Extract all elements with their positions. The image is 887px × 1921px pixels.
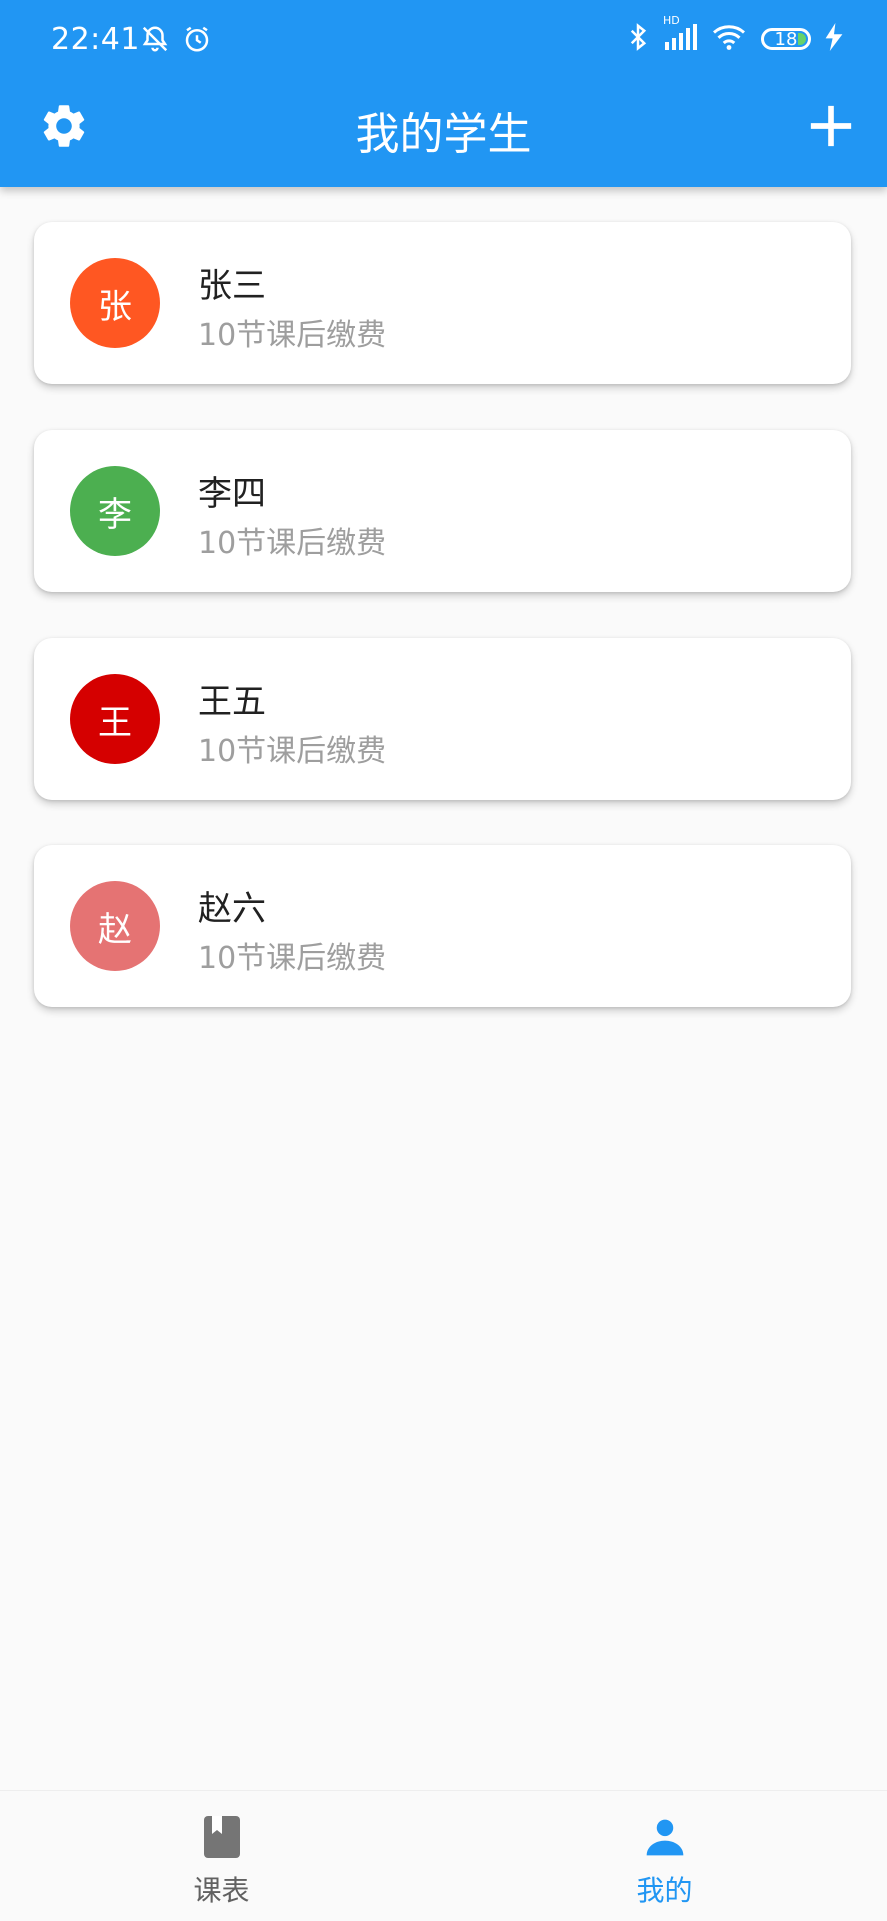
student-payment-note: 10节课后缴费 [198, 734, 387, 769]
bluetooth-icon [627, 22, 649, 56]
battery-indicator: 18 [761, 28, 811, 50]
student-name: 李四 [198, 474, 266, 514]
student-name: 赵六 [198, 889, 266, 929]
student-card[interactable]: 王 王五 10节课后缴费 [34, 638, 851, 800]
nav-item-mine[interactable]: 我的 [443, 1791, 886, 1921]
avatar: 李 [70, 466, 160, 556]
charging-bolt-icon [825, 23, 843, 55]
student-card[interactable]: 李 李四 10节课后缴费 [34, 430, 851, 592]
student-name: 张三 [198, 266, 266, 306]
nav-item-schedule[interactable]: 课表 [0, 1791, 443, 1921]
signal-icon: HD [663, 14, 697, 56]
avatar: 张 [70, 258, 160, 348]
avatar: 王 [70, 674, 160, 764]
wifi-icon [711, 23, 747, 55]
person-icon [643, 1813, 687, 1861]
student-card[interactable]: 张 张三 10节课后缴费 [34, 222, 851, 384]
student-payment-note: 10节课后缴费 [198, 318, 387, 353]
status-right-icons: HD 18 [627, 14, 843, 56]
status-time: 22:41 [51, 22, 140, 57]
student-payment-note: 10节课后缴费 [198, 526, 387, 561]
battery-fill [798, 33, 806, 45]
battery-level: 18 [774, 28, 798, 50]
student-card[interactable]: 赵 赵六 10节课后缴费 [34, 845, 851, 1007]
student-name: 王五 [198, 682, 266, 722]
add-student-button[interactable] [805, 100, 857, 152]
nav-label: 课表 [193, 1874, 250, 1907]
hd-label: HD [663, 14, 680, 27]
plus-icon [805, 105, 857, 156]
app-bar: 22:41 HD 18 我的学生 [0, 0, 887, 187]
alarm-clock-icon [182, 24, 212, 58]
book-icon [202, 1813, 242, 1861]
bottom-navigation: 课表 我的 [0, 1790, 887, 1921]
avatar: 赵 [70, 881, 160, 971]
nav-label: 我的 [636, 1874, 693, 1907]
page-title: 我的学生 [355, 109, 532, 160]
status-left-icons [140, 24, 212, 58]
student-payment-note: 10节课后缴费 [198, 941, 387, 976]
muted-bell-icon [140, 24, 170, 58]
